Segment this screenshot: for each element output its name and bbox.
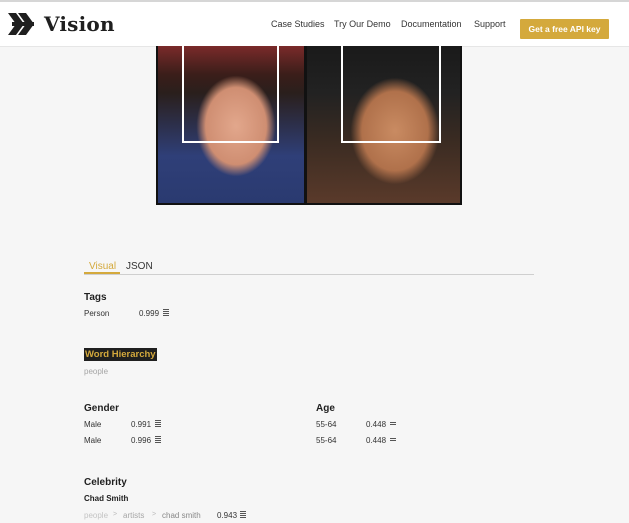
celebrity-path-name[interactable]: chad smith <box>162 511 201 520</box>
confidence-bar-icon <box>390 438 396 446</box>
tab-json[interactable]: JSON <box>126 261 153 272</box>
gender-title: Gender <box>84 403 120 414</box>
face-bounding-box <box>182 46 279 143</box>
nav-link-case-studies[interactable]: Case Studies <box>271 19 325 29</box>
confidence-bar-icon <box>163 309 169 317</box>
age-label: 55-64 <box>316 420 337 429</box>
word-hierarchy-item[interactable]: people <box>84 367 108 376</box>
path-separator: > <box>152 511 157 518</box>
tag-score: 0.999 <box>139 309 160 318</box>
age-score: 0.448 <box>366 436 387 445</box>
confidence-bar-icon <box>155 420 161 428</box>
top-navbar: Vision Case Studies Try Our Demo Documen… <box>0 2 629 47</box>
confidence-bar-icon <box>390 422 396 430</box>
face-bounding-box <box>341 46 441 143</box>
tag-label: Person <box>84 309 110 318</box>
nav-link-support[interactable]: Support <box>474 19 506 29</box>
photo-person-left <box>158 46 304 203</box>
confidence-bar-icon <box>240 511 246 519</box>
gender-score: 0.991 <box>131 420 152 429</box>
active-tab-indicator <box>84 272 120 274</box>
age-title: Age <box>316 403 335 414</box>
celebrity-title: Celebrity <box>84 477 127 488</box>
celebrity-name: Chad Smith <box>84 494 129 503</box>
word-hierarchy-title: Word Hierarchy <box>84 348 157 361</box>
nav-link-try-demo[interactable]: Try Our Demo <box>334 19 391 29</box>
celebrity-path-people[interactable]: people <box>84 511 108 520</box>
nav-link-documentation[interactable]: Documentation <box>401 19 462 29</box>
analyzed-image <box>156 46 462 205</box>
celebrity-path-artists[interactable]: artists <box>123 511 144 520</box>
photo-person-right <box>307 46 460 203</box>
confidence-bar-icon <box>155 436 161 444</box>
result-tabs: Visual JSON <box>84 258 534 275</box>
get-api-key-button[interactable]: Get a free API key <box>520 19 609 39</box>
gender-label: Male <box>84 436 102 445</box>
age-label: 55-64 <box>316 436 337 445</box>
tab-visual[interactable]: Visual <box>89 261 116 272</box>
gender-score: 0.996 <box>131 436 152 445</box>
tags-title: Tags <box>84 292 107 303</box>
age-score: 0.448 <box>366 420 387 429</box>
gender-label: Male <box>84 420 102 429</box>
path-separator: > <box>113 511 118 518</box>
celebrity-score: 0.943 <box>217 511 238 520</box>
